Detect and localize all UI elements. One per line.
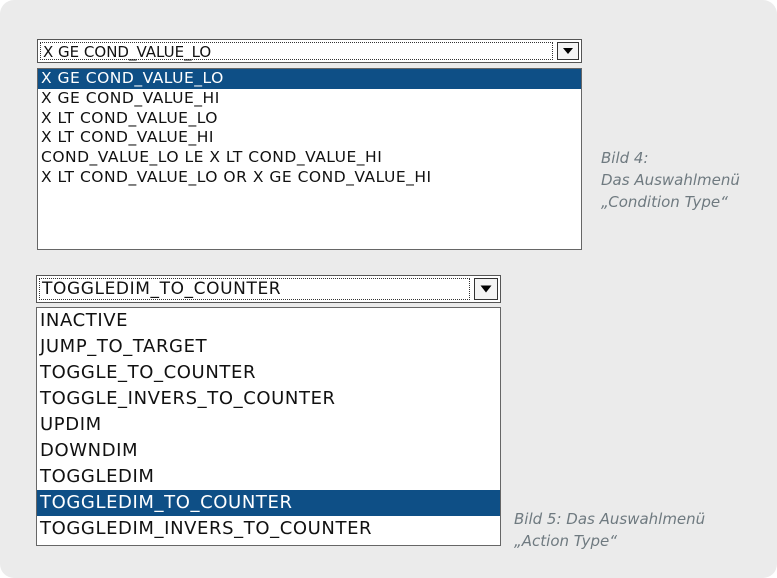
action-type-option[interactable]: JUMP_TO_TARGET [37, 334, 500, 360]
condition-type-option[interactable]: COND_VALUE_LO LE X LT COND_VALUE_HI [38, 148, 581, 168]
action-type-options-list: INACTIVE JUMP_TO_TARGET TOGGLE_TO_COUNTE… [36, 307, 501, 546]
action-type-selected-value: TOGGLEDIM_TO_COUNTER [39, 278, 470, 300]
action-type-option[interactable]: UPDIM [37, 412, 500, 438]
figure-panel: X GE COND_VALUE_LO X GE COND_VALUE_LO X … [0, 0, 777, 578]
condition-type-option[interactable]: X GE COND_VALUE_HI [38, 89, 581, 109]
condition-type-select[interactable]: X GE COND_VALUE_LO [37, 39, 582, 63]
condition-type-option[interactable]: X LT COND_VALUE_LO OR X GE COND_VALUE_HI [38, 168, 581, 188]
action-type-option[interactable]: TOGGLE_INVERS_TO_COUNTER [37, 386, 500, 412]
caption-condition-type: Bild 4: Das Auswahlmenü „Condition Type“ [601, 147, 771, 213]
condition-type-options-list: X GE COND_VALUE_LO X GE COND_VALUE_HI X … [37, 68, 582, 250]
condition-type-option[interactable]: X GE COND_VALUE_LO [38, 69, 581, 89]
condition-type-option[interactable]: X LT COND_VALUE_LO [38, 109, 581, 129]
caption-line: „Condition Type“ [601, 193, 728, 211]
action-type-select[interactable]: TOGGLEDIM_TO_COUNTER [36, 275, 501, 303]
condition-type-dropdown-button[interactable] [557, 42, 579, 60]
condition-type-selected-value: X GE COND_VALUE_LO [40, 42, 553, 61]
caption-action-type: Bild 5: Das Auswahlmenü „Action Type“ [514, 508, 774, 552]
action-type-option[interactable]: TOGGLE_TO_COUNTER [37, 360, 500, 386]
action-type-dropdown-button[interactable] [474, 278, 498, 300]
action-type-option[interactable]: TOGGLEDIM_TO_COUNTER [37, 490, 500, 516]
action-type-option[interactable]: TOGGLEDIM [37, 464, 500, 490]
caption-line: Bild 4: [601, 149, 649, 167]
caption-line: Das Auswahlmenü [601, 171, 740, 189]
action-type-option[interactable]: DOWNDIM [37, 438, 500, 464]
action-type-option[interactable]: TOGGLEDIM_INVERS_TO_COUNTER [37, 516, 500, 542]
condition-type-option[interactable]: X LT COND_VALUE_HI [38, 128, 581, 148]
caption-line: „Action Type“ [514, 532, 618, 550]
chevron-down-icon [480, 285, 492, 293]
action-type-option[interactable]: INACTIVE [37, 308, 500, 334]
chevron-down-icon [563, 48, 573, 54]
caption-line: Bild 5: Das Auswahlmenü [514, 510, 706, 528]
